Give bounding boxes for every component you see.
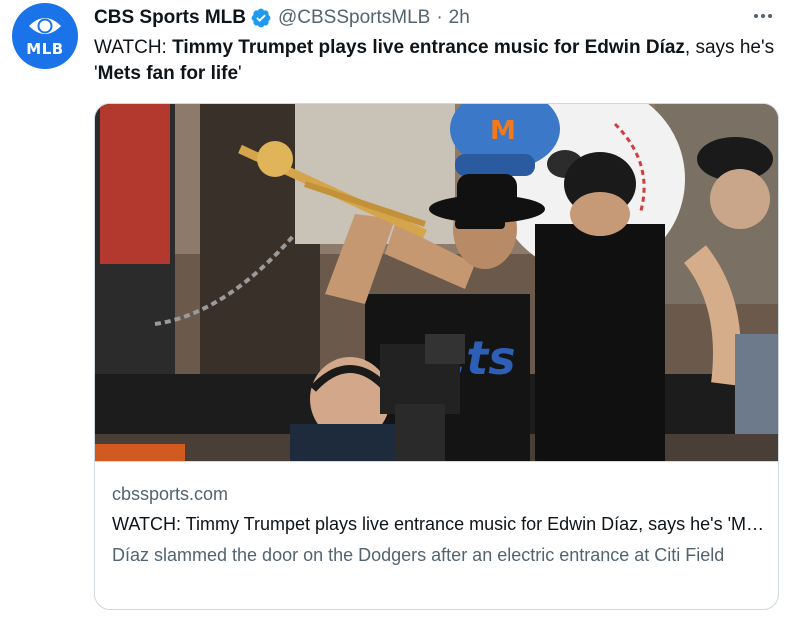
tweet-text-suffix: ' xyxy=(238,63,242,84)
tweet-text: WATCH: Timmy Trumpet plays live entrance… xyxy=(94,35,784,87)
card-body[interactable]: cbssports.com WATCH: Timmy Trumpet plays… xyxy=(95,461,778,609)
timestamp[interactable]: 2h xyxy=(449,7,470,29)
avatar[interactable]: MLB xyxy=(12,3,78,69)
tweet-text-prefix: WATCH: xyxy=(94,37,173,58)
cbs-eye-logo-icon xyxy=(29,18,61,34)
author-handle[interactable]: @CBSSportsMLB xyxy=(278,7,430,29)
tweet-text-bold: Timmy Trumpet plays live entrance music … xyxy=(172,37,685,58)
tweet-text-bold-2: Mets fan for life xyxy=(97,63,239,84)
more-options-icon[interactable] xyxy=(748,4,778,28)
tweet[interactable]: MLB CBS Sports MLB @CBSSportsMLB · 2h WA… xyxy=(0,0,800,617)
separator-dot: · xyxy=(436,7,443,28)
tweet-header: CBS Sports MLB @CBSSportsMLB · 2h xyxy=(94,6,760,30)
card-image[interactable]: M ets xyxy=(95,104,778,461)
link-card[interactable]: M ets cbssports.com WATCH: Timmy Trumpet… xyxy=(94,103,779,610)
card-title: WATCH: Timmy Trumpet plays live entrance… xyxy=(112,514,767,534)
card-domain: cbssports.com xyxy=(112,484,229,504)
card-description: Díaz slammed the door on the Dodgers aft… xyxy=(112,545,725,565)
verified-badge-icon[interactable] xyxy=(250,7,272,29)
author-name[interactable]: CBS Sports MLB xyxy=(94,7,246,29)
avatar-label: MLB xyxy=(26,40,64,58)
svg-text:M: M xyxy=(490,116,516,146)
